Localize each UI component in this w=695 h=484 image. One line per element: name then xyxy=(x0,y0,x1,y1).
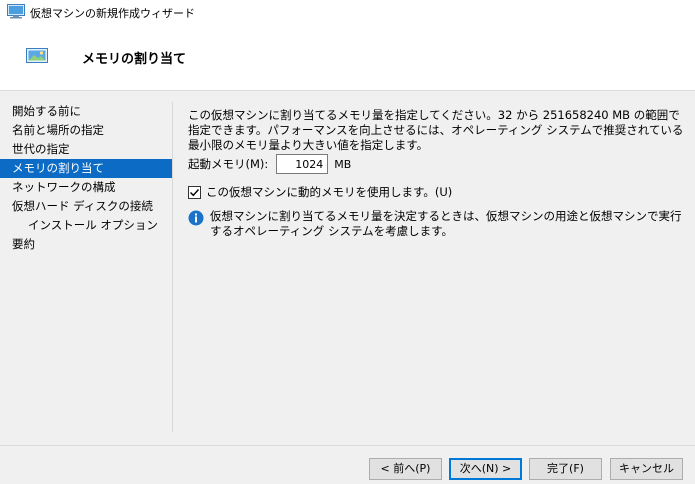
memory-content: この仮想マシンに割り当てるメモリ量を指定してください。32 から 2516582… xyxy=(188,108,686,238)
dynamic-memory-row: この仮想マシンに動的メモリを使用します。(U) xyxy=(188,184,452,200)
nav-item-networking[interactable]: ネットワークの構成 xyxy=(0,178,172,197)
dynamic-memory-label[interactable]: この仮想マシンに動的メモリを使用します。(U) xyxy=(206,184,452,200)
dynamic-memory-checkbox[interactable] xyxy=(188,185,201,199)
finish-button[interactable]: 完了(F) xyxy=(529,458,602,480)
back-button[interactable]: < 前へ(P) xyxy=(369,458,442,480)
startup-memory-unit: MB xyxy=(334,157,352,171)
nav-item-generation[interactable]: 世代の指定 xyxy=(0,140,172,159)
wizard-header: メモリの割り当て xyxy=(0,24,695,90)
info-note: 仮想マシンに割り当てるメモリ量を決定するときは、仮想マシンの用途と仮想マシンで実… xyxy=(188,209,688,239)
header-divider xyxy=(0,90,695,91)
wizard-window: 仮想マシンの新規作成ウィザード メモリの割り当て 開始する前に 名前と場所の指定… xyxy=(0,0,695,484)
checkmark-icon xyxy=(190,188,200,196)
memory-description: この仮想マシンに割り当てるメモリ量を指定してください。32 から 2516582… xyxy=(188,108,684,152)
nav-item-name-location[interactable]: 名前と場所の指定 xyxy=(0,121,172,140)
info-text: 仮想マシンに割り当てるメモリ量を決定するときは、仮想マシンの用途と仮想マシンで実… xyxy=(210,209,682,238)
info-icon xyxy=(188,210,204,226)
nav-item-before-you-begin[interactable]: 開始する前に xyxy=(0,102,172,121)
next-button[interactable]: 次へ(N) > xyxy=(449,458,522,480)
memory-page-icon xyxy=(26,48,48,63)
vm-app-icon xyxy=(7,4,25,19)
startup-memory-row: 起動メモリ(M): MB xyxy=(188,154,351,174)
nav-item-summary[interactable]: 要約 xyxy=(0,235,172,254)
page-title: メモリの割り当て xyxy=(82,52,187,67)
title-bar: 仮想マシンの新規作成ウィザード xyxy=(0,0,695,24)
nav-item-install-options[interactable]: インストール オプション xyxy=(0,216,172,235)
window-title: 仮想マシンの新規作成ウィザード xyxy=(30,7,195,20)
nav-item-memory[interactable]: メモリの割り当て xyxy=(0,159,172,178)
nav-item-virtual-hard-disk[interactable]: 仮想ハード ディスクの接続 xyxy=(0,197,172,216)
nav-divider xyxy=(172,102,173,432)
startup-memory-input[interactable] xyxy=(276,154,329,174)
footer-divider xyxy=(0,445,695,446)
wizard-step-list: 開始する前に 名前と場所の指定 世代の指定 メモリの割り当て ネットワークの構成… xyxy=(0,102,172,254)
startup-memory-label: 起動メモリ(M): xyxy=(188,157,269,171)
cancel-button[interactable]: キャンセル xyxy=(610,458,683,480)
